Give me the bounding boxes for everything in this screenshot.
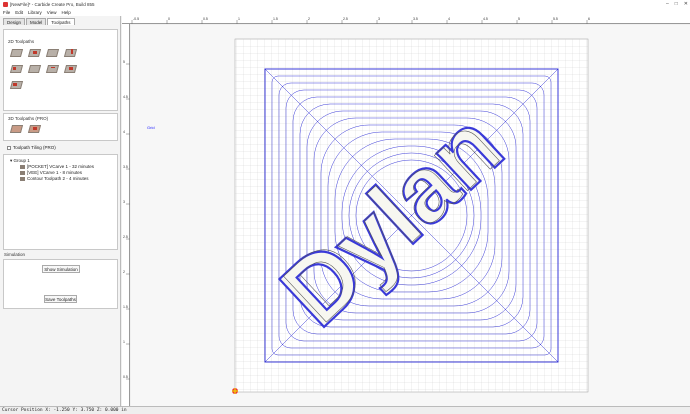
tab-design[interactable]: Design	[3, 18, 26, 25]
ruler-label: 4.5	[483, 17, 488, 21]
engrave-toolpath-button[interactable]	[45, 63, 60, 75]
toolpath-icon	[20, 171, 25, 175]
finish-3d-button[interactable]	[27, 123, 42, 135]
ruler-label: 5	[123, 60, 125, 64]
canvas-svg: Dylan Dylan	[232, 38, 589, 394]
save-toolpaths-button[interactable]: Save Toolpaths	[44, 295, 77, 303]
menu-file[interactable]: File	[3, 10, 10, 15]
rough-3d-button[interactable]	[9, 123, 24, 135]
ruler-label: 5.5	[553, 17, 558, 21]
advanced-vcarve-button[interactable]	[9, 63, 24, 75]
tab-bar: Design Model Toolpaths	[0, 16, 120, 25]
menu-bar: File Edit Library View Help	[0, 9, 690, 16]
texture-toolpath-button[interactable]	[27, 63, 42, 75]
ruler-label: 3.5	[413, 17, 418, 21]
ruler-top-ticks: -0.5 0 0.5 1 1.5 2 2.5 3 3.5 4 4.5 5 5.5 6	[131, 17, 590, 24]
design-canvas[interactable]: Dylan Dylan Grid	[131, 25, 690, 406]
tab-toolpaths[interactable]: Toolpaths	[47, 18, 75, 25]
toolpath-list: ▾ Group 1 [POCKET] VCarve 1 - 32 minutes…	[3, 154, 118, 250]
toolpath-icon	[20, 165, 25, 169]
chamfer-toolpath-button[interactable]	[9, 79, 24, 91]
tiling-label: Toolpath Tiling (PRO)	[13, 145, 56, 150]
ruler-label: 1	[123, 340, 125, 344]
tiling-checkbox[interactable]	[7, 145, 11, 150]
simulation-title: Simulation	[4, 252, 26, 257]
toolpaths-2d-grid	[4, 44, 117, 91]
ruler-label: 4	[448, 17, 450, 21]
ruler-label: 1.5	[123, 305, 128, 309]
ruler-label: 3	[378, 17, 380, 21]
window-title: [NewFile]* - Carbide Create Pro, Build 8…	[10, 2, 95, 7]
vcarve-toolpath-button[interactable]	[63, 47, 78, 59]
toolpath-tree: ▾ Group 1 [POCKET] VCarve 1 - 32 minutes…	[4, 155, 117, 185]
ruler-label: 0.5	[123, 375, 128, 379]
ruler-label: 0	[168, 17, 170, 21]
ruler-label: 3	[123, 200, 125, 204]
toolpaths-3d-panel: 3D Toolpaths (PRO)	[3, 113, 118, 141]
left-panel: Design Model Toolpaths 2D Toolpaths 3D T…	[0, 16, 121, 406]
show-simulation-button[interactable]: Show Simulation	[42, 265, 80, 273]
maximize-icon[interactable]: □	[675, 1, 678, 7]
ruler-top: -0.5 0 0.5 1 1.5 2 2.5 3 3.5 4 4.5 5 5.5 6	[122, 16, 690, 24]
tab-model[interactable]: Model	[26, 18, 47, 25]
ruler-label: 3.5	[123, 165, 128, 169]
menu-library[interactable]: Library	[28, 10, 42, 15]
menu-edit[interactable]: Edit	[15, 10, 23, 15]
toolpaths-2d-panel: 2D Toolpaths	[3, 29, 118, 111]
ruler-left-ticks: 54.543.532.521.510.50	[123, 60, 130, 414]
window-controls: – □ ✕	[666, 1, 688, 7]
pocket-toolpath-button[interactable]	[27, 47, 42, 59]
ruler-label: 5	[518, 17, 520, 21]
toolpath-icon	[20, 177, 25, 181]
ruler-label: -0.5	[133, 17, 139, 21]
ruler-label: 6	[588, 17, 590, 21]
ruler-label: 1.5	[273, 17, 278, 21]
ruler-label: 1	[238, 17, 240, 21]
adaptive-toolpath-button[interactable]	[63, 63, 78, 75]
toolpaths-3d-grid	[4, 121, 117, 135]
grid-label: Grid	[147, 125, 155, 130]
toolpath-item-contour[interactable]: Contour Toolpath 2 - 4 minutes	[20, 176, 114, 182]
ruler-label: 2	[123, 270, 125, 274]
ruler-label: 4.5	[123, 95, 128, 99]
ruler-label: 2.5	[343, 17, 348, 21]
ruler-label: 2.5	[123, 235, 128, 239]
contour-toolpath-button[interactable]	[9, 47, 24, 59]
menu-view[interactable]: View	[47, 10, 57, 15]
drill-toolpath-button[interactable]	[45, 47, 60, 59]
ruler-label: 4	[123, 130, 125, 134]
tiling-checkbox-row[interactable]: Toolpath Tiling (PRO)	[7, 145, 118, 150]
title-bar: [NewFile]* - Carbide Create Pro, Build 8…	[0, 0, 690, 9]
menu-help[interactable]: Help	[61, 10, 70, 15]
close-icon[interactable]: ✕	[684, 1, 688, 7]
ruler-label: 2	[308, 17, 310, 21]
status-bar: Cursor Position X: -1.250 Y: 3.750 Z: 0.…	[0, 406, 690, 414]
ruler-left: 54.543.532.521.510.50	[122, 24, 130, 414]
app-icon	[3, 2, 8, 7]
ruler-label: 0.5	[203, 17, 208, 21]
minimize-icon[interactable]: –	[666, 1, 669, 7]
